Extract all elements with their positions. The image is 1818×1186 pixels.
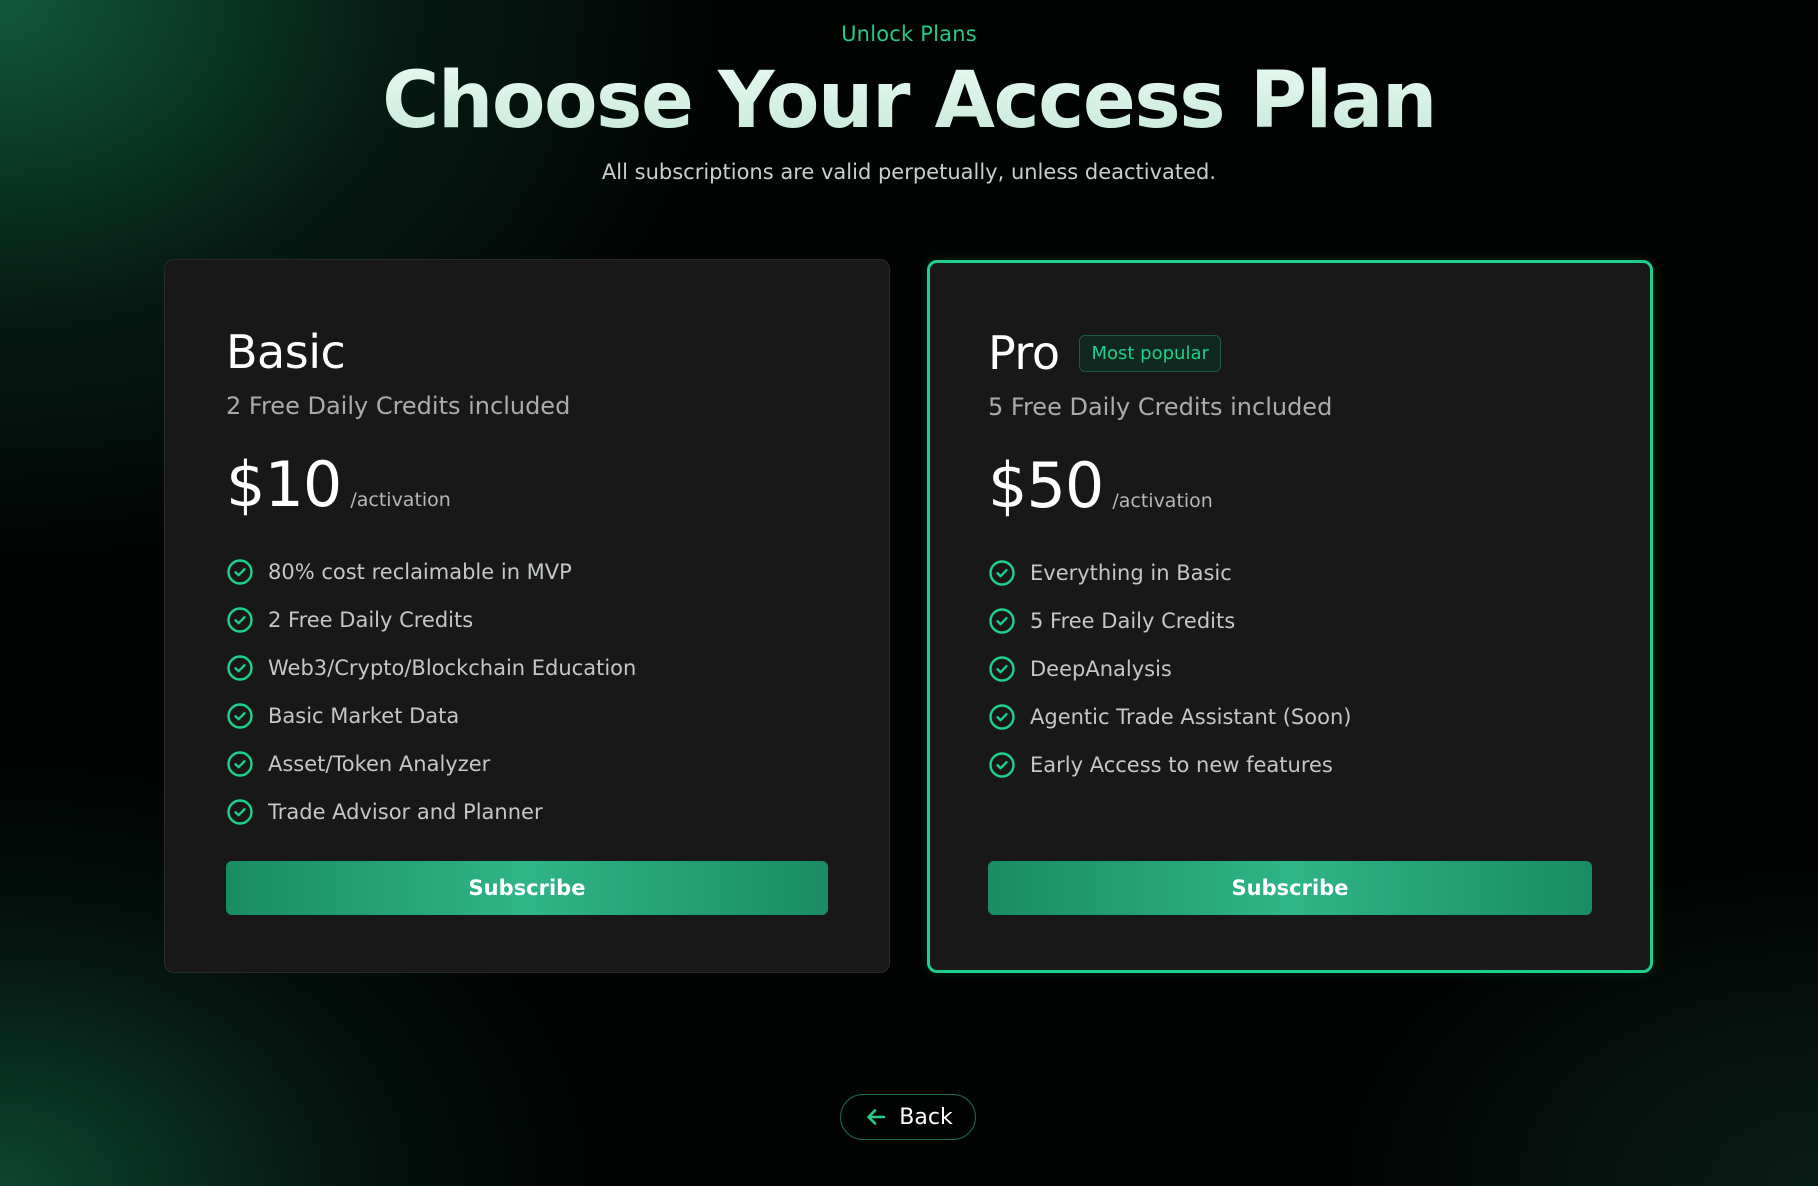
feature-item: Trade Advisor and Planner — [226, 788, 828, 836]
check-circle-icon — [227, 703, 253, 729]
check-circle-icon — [989, 752, 1015, 778]
plan-price: $50 — [988, 449, 1104, 522]
plan-credits: 5 Free Daily Credits included — [988, 393, 1333, 421]
feature-text: 5 Free Daily Credits — [1030, 609, 1236, 633]
feature-text: DeepAnalysis — [1030, 657, 1172, 681]
eyebrow-label: Unlock Plans — [841, 22, 977, 46]
check-circle-icon — [227, 559, 253, 585]
plan-name: Pro — [988, 326, 1060, 380]
plan-price: $10 — [226, 448, 342, 521]
subscribe-pro-button[interactable]: Subscribe — [988, 861, 1592, 915]
page-subtitle: All subscriptions are valid perpetually,… — [601, 160, 1217, 184]
feature-text: Asset/Token Analyzer — [268, 752, 491, 776]
feature-item: Web3/Crypto/Blockchain Education — [226, 644, 828, 692]
check-circle-icon — [227, 799, 253, 825]
feature-item: 5 Free Daily Credits — [988, 597, 1592, 645]
arrow-left-icon — [867, 1109, 886, 1125]
feature-item: DeepAnalysis — [988, 645, 1592, 693]
back-label: Back — [899, 1104, 953, 1130]
plan-name: Basic — [226, 325, 346, 379]
plan-period: /activation — [1112, 490, 1213, 512]
feature-item: Everything in Basic — [988, 549, 1592, 597]
check-circle-icon — [227, 655, 253, 681]
plan-period: /activation — [350, 489, 451, 511]
most-popular-badge: Most popular — [1079, 334, 1221, 372]
check-circle-icon — [227, 607, 253, 633]
feature-text: 2 Free Daily Credits — [268, 608, 474, 632]
check-circle-icon — [989, 656, 1015, 682]
subscribe-basic-button[interactable]: Subscribe — [226, 861, 828, 915]
feature-text: Basic Market Data — [268, 704, 460, 728]
feature-item: Agentic Trade Assistant (Soon) — [988, 693, 1592, 741]
feature-text: Agentic Trade Assistant (Soon) — [1030, 705, 1352, 729]
feature-item: Early Access to new features — [988, 741, 1592, 789]
feature-text: 80% cost reclaimable in MVP — [268, 560, 572, 584]
feature-list: 80% cost reclaimable in MVP 2 Free Daily… — [226, 548, 828, 836]
feature-item: Asset/Token Analyzer — [226, 740, 828, 788]
check-circle-icon — [989, 560, 1015, 586]
feature-text: Trade Advisor and Planner — [268, 800, 543, 824]
feature-text: Everything in Basic — [1030, 561, 1232, 585]
plan-card-pro: Pro Most popular 5 Free Daily Credits in… — [927, 260, 1653, 973]
feature-item: 80% cost reclaimable in MVP — [226, 548, 828, 596]
feature-item: 2 Free Daily Credits — [226, 596, 828, 644]
plan-card-basic: Basic 2 Free Daily Credits included $10 … — [164, 259, 890, 973]
feature-item: Basic Market Data — [226, 692, 828, 740]
feature-list: Everything in Basic 5 Free Daily Credits… — [988, 549, 1592, 789]
check-circle-icon — [989, 608, 1015, 634]
feature-text: Web3/Crypto/Blockchain Education — [268, 656, 637, 680]
back-button[interactable]: Back — [840, 1094, 976, 1140]
check-circle-icon — [989, 704, 1015, 730]
check-circle-icon — [227, 751, 253, 777]
plan-credits: 2 Free Daily Credits included — [226, 392, 571, 420]
page-title: Choose Your Access Plan — [0, 56, 1818, 146]
feature-text: Early Access to new features — [1030, 753, 1333, 777]
